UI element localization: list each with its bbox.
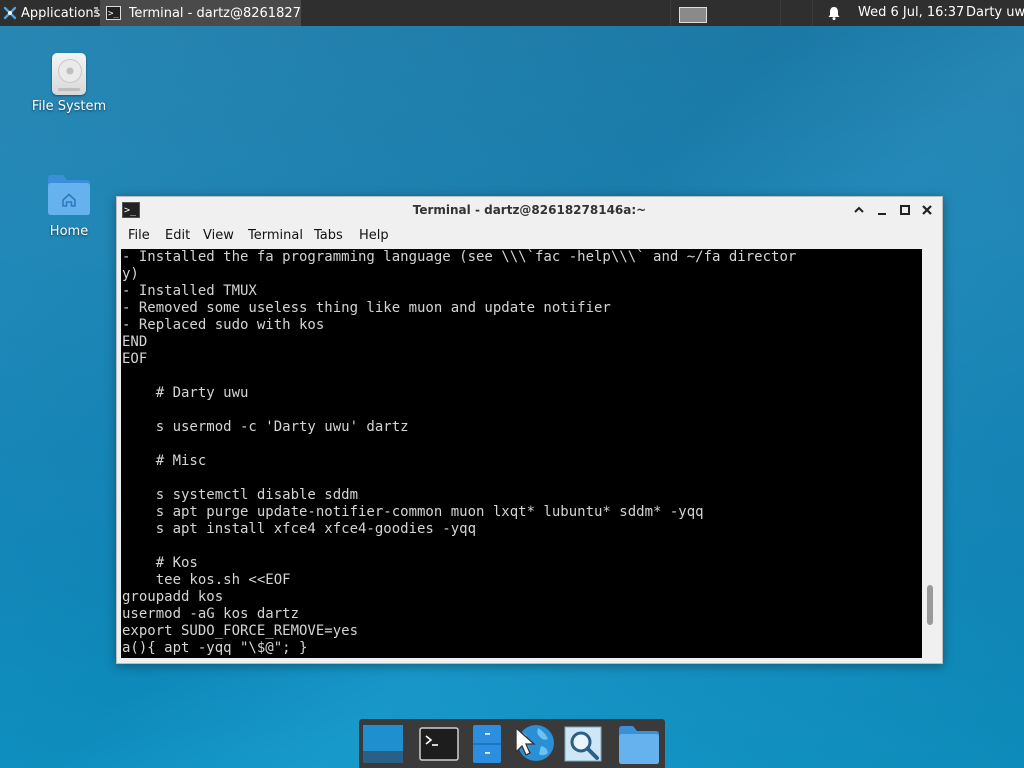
menu-tabs[interactable]: Tabs [314, 224, 343, 248]
xfce-logo-icon [3, 6, 17, 20]
window-minimize-button[interactable] [874, 202, 890, 218]
window-close-button[interactable] [919, 202, 935, 218]
desktop-icon-home[interactable]: Home [24, 172, 114, 239]
panel-divider [780, 0, 781, 26]
menu-help[interactable]: Help [359, 224, 389, 248]
top-panel: Applications >_ Terminal - dartz@8261827… [0, 0, 1024, 26]
drive-icon [52, 53, 86, 95]
taskbar-button-label: Terminal - dartz@82618278... [128, 5, 301, 21]
window-titlebar[interactable]: >_ Terminal - dartz@82618278146a:~ [117, 197, 942, 224]
panel-divider [812, 0, 813, 26]
menu-edit[interactable]: Edit [165, 224, 190, 248]
desktop-icon-label: File System [31, 99, 107, 114]
workspace-switcher[interactable] [679, 7, 707, 23]
window-maximize-button[interactable] [897, 202, 913, 218]
terminal-output[interactable]: - Installed the fa programming language … [121, 249, 922, 658]
terminal-scrollbar[interactable] [923, 249, 937, 658]
dock [359, 719, 665, 768]
panel-separator-handle [94, 7, 98, 19]
terminal-text: - Installed the fa programming language … [122, 249, 797, 656]
panel-divider [670, 0, 671, 26]
app-finder-icon[interactable] [561, 722, 605, 766]
applications-menu-button[interactable]: Applications [0, 0, 100, 26]
notification-bell-icon[interactable] [826, 5, 842, 21]
scrollbar-thumb[interactable] [927, 585, 933, 625]
terminal-icon[interactable] [417, 722, 461, 766]
applications-label: Applications [21, 5, 101, 21]
menu-bar: File Edit View Terminal Tabs Help [117, 224, 942, 248]
desktop-icon-label: Home [49, 224, 89, 239]
menu-view[interactable]: View [203, 224, 234, 248]
terminal-icon: >_ [106, 6, 121, 20]
user-menu[interactable]: Darty uwu [966, 0, 1024, 26]
window-shade-button[interactable] [851, 202, 867, 218]
taskbar-button-terminal[interactable]: >_ Terminal - dartz@82618278... [100, 0, 301, 26]
menu-file[interactable]: File [128, 224, 150, 248]
menu-terminal[interactable]: Terminal [248, 224, 303, 248]
terminal-window: >_ Terminal - dartz@82618278146a:~ File … [116, 196, 943, 664]
folder-icon[interactable] [617, 722, 661, 766]
desktop-icon[interactable] [361, 722, 405, 766]
web-browser-icon[interactable] [512, 722, 556, 766]
file-manager-icon[interactable] [465, 722, 509, 766]
home-folder-icon [48, 175, 90, 215]
window-title: Terminal - dartz@82618278146a:~ [412, 203, 647, 217]
clock[interactable]: Wed 6 Jul, 16:37 [858, 0, 964, 26]
desktop-icon-file-system[interactable]: File System [24, 53, 114, 114]
